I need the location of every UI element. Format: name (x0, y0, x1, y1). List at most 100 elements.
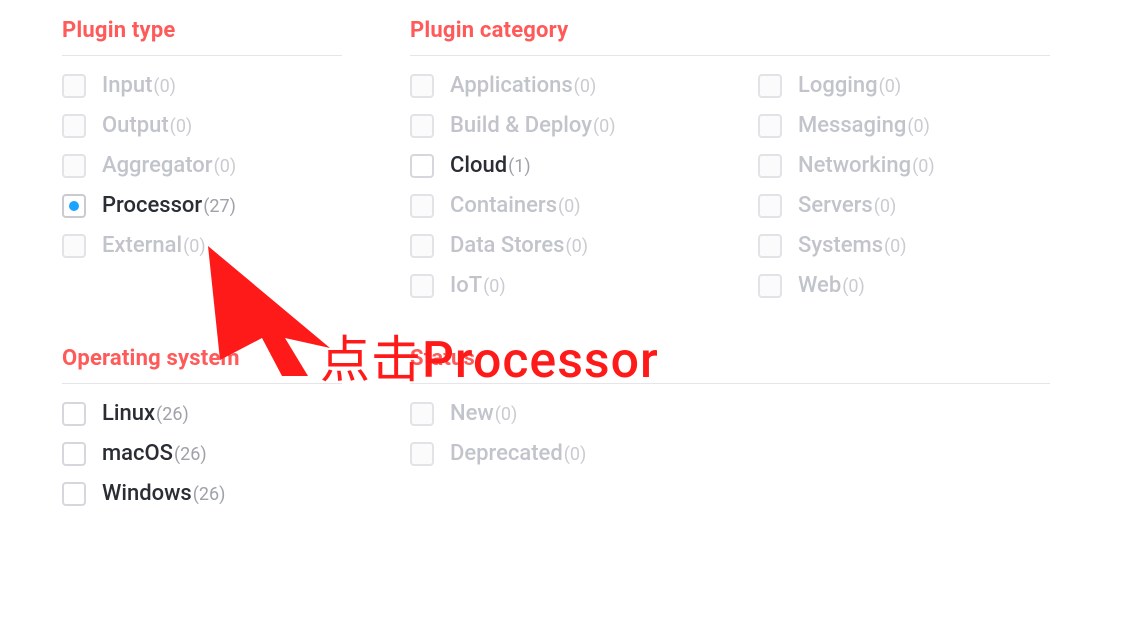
filter-item-data-stores[interactable]: Data Stores(0) (410, 234, 710, 258)
checkbox-icon[interactable] (410, 74, 434, 98)
filter-count: (0) (564, 444, 587, 465)
filter-count: (0) (495, 404, 518, 425)
filter-label: IoT (450, 273, 482, 298)
filter-item-input[interactable]: Input(0) (62, 74, 410, 98)
checkbox-icon[interactable] (62, 154, 86, 178)
divider (62, 383, 342, 384)
filter-item-servers[interactable]: Servers(0) (758, 194, 1058, 218)
checkbox-icon[interactable] (758, 114, 782, 138)
checkbox-icon[interactable] (62, 234, 86, 258)
checkbox-icon[interactable] (410, 194, 434, 218)
divider (410, 55, 1050, 56)
section-plugin-type: Plugin type Input(0) Output(0) (62, 18, 410, 258)
filter-count: (26) (156, 404, 189, 425)
checkbox-icon[interactable] (62, 442, 86, 466)
filter-count: (0) (574, 76, 597, 97)
section-operating-system: Operating system Linux(26) macOS(26) Win… (62, 346, 410, 506)
filter-count: (0) (170, 116, 193, 137)
filter-item-output[interactable]: Output(0) (62, 114, 410, 138)
filter-count: (1) (508, 156, 531, 177)
filter-count: (26) (174, 444, 207, 465)
checkbox-icon[interactable] (410, 154, 434, 178)
filter-item-macos[interactable]: macOS(26) (62, 442, 410, 466)
filter-label: External (102, 233, 182, 258)
checkbox-icon[interactable] (758, 234, 782, 258)
checkbox-icon[interactable] (758, 194, 782, 218)
filter-item-applications[interactable]: Applications(0) (410, 74, 710, 98)
filter-item-logging[interactable]: Logging(0) (758, 74, 1058, 98)
filter-item-cloud[interactable]: Cloud(1) (410, 154, 710, 178)
filter-label: Messaging (798, 113, 906, 138)
checkbox-icon[interactable] (62, 74, 86, 98)
filter-label: Applications (450, 73, 573, 98)
filter-item-external[interactable]: External(0) (62, 234, 410, 258)
filter-label: Build & Deploy (450, 113, 592, 138)
filter-label: Servers (798, 193, 873, 218)
checkbox-icon[interactable] (62, 402, 86, 426)
filter-count: (0) (214, 156, 237, 177)
section-heading-status: Status (410, 346, 1100, 383)
filter-count: (0) (842, 276, 865, 297)
filter-count: (0) (483, 276, 506, 297)
checkbox-icon[interactable] (62, 482, 86, 506)
filter-label: Logging (798, 73, 878, 98)
section-heading-plugin-type: Plugin type (62, 18, 410, 55)
filter-label: Systems (798, 233, 883, 258)
filter-label: Processor (102, 193, 202, 218)
filter-item-messaging[interactable]: Messaging(0) (758, 114, 1058, 138)
filter-count: (26) (193, 484, 226, 505)
filter-item-containers[interactable]: Containers(0) (410, 194, 710, 218)
filter-item-new[interactable]: New(0) (410, 402, 1100, 426)
checkbox-icon[interactable] (758, 154, 782, 178)
filter-label: New (450, 401, 494, 426)
filter-label: macOS (102, 441, 173, 466)
checkbox-icon[interactable] (758, 74, 782, 98)
filter-label: Containers (450, 193, 557, 218)
checkbox-icon[interactable] (62, 194, 86, 218)
filter-count: (0) (912, 156, 935, 177)
filter-count: (0) (593, 116, 616, 137)
filter-label: Output (102, 113, 169, 138)
filter-item-web[interactable]: Web(0) (758, 274, 1058, 298)
filter-count: (0) (879, 76, 902, 97)
section-plugin-category: Plugin category Applications(0) Build & … (410, 18, 1100, 298)
checkbox-icon[interactable] (410, 402, 434, 426)
filter-item-systems[interactable]: Systems(0) (758, 234, 1058, 258)
filter-count: (0) (558, 196, 581, 217)
filter-count: (0) (874, 196, 897, 217)
filter-label: Linux (102, 401, 155, 426)
filter-count: (0) (907, 116, 930, 137)
filter-count: (27) (203, 196, 236, 217)
filter-count: (0) (565, 236, 588, 257)
filter-item-processor[interactable]: Processor(27) (62, 194, 410, 218)
checkbox-icon[interactable] (410, 274, 434, 298)
filter-label: Web (798, 273, 841, 298)
filter-item-aggregator[interactable]: Aggregator(0) (62, 154, 410, 178)
checkbox-icon[interactable] (410, 442, 434, 466)
filter-item-iot[interactable]: IoT(0) (410, 274, 710, 298)
section-heading-operating-system: Operating system (62, 346, 410, 383)
filter-label: Data Stores (450, 233, 564, 258)
checkbox-icon[interactable] (410, 114, 434, 138)
filter-item-deprecated[interactable]: Deprecated(0) (410, 442, 1100, 466)
section-heading-plugin-category: Plugin category (410, 18, 1100, 55)
divider (62, 55, 342, 56)
filter-label: Deprecated (450, 441, 563, 466)
section-status: Status New(0) Deprecated(0) (410, 346, 1100, 466)
filter-count: (0) (884, 236, 907, 257)
divider (410, 383, 1050, 384)
filter-label: Networking (798, 153, 911, 178)
filter-label: Aggregator (102, 153, 213, 178)
checkbox-icon[interactable] (62, 114, 86, 138)
filter-count: (0) (153, 76, 176, 97)
filter-item-windows[interactable]: Windows(26) (62, 482, 410, 506)
checkbox-icon[interactable] (410, 234, 434, 258)
filter-item-linux[interactable]: Linux(26) (62, 402, 410, 426)
filter-item-build-deploy[interactable]: Build & Deploy(0) (410, 114, 710, 138)
filter-count: (0) (183, 236, 206, 257)
filter-label: Cloud (450, 153, 507, 178)
filter-item-networking[interactable]: Networking(0) (758, 154, 1058, 178)
filter-label: Input (102, 73, 152, 98)
filter-label: Windows (102, 481, 192, 506)
checkbox-icon[interactable] (758, 274, 782, 298)
